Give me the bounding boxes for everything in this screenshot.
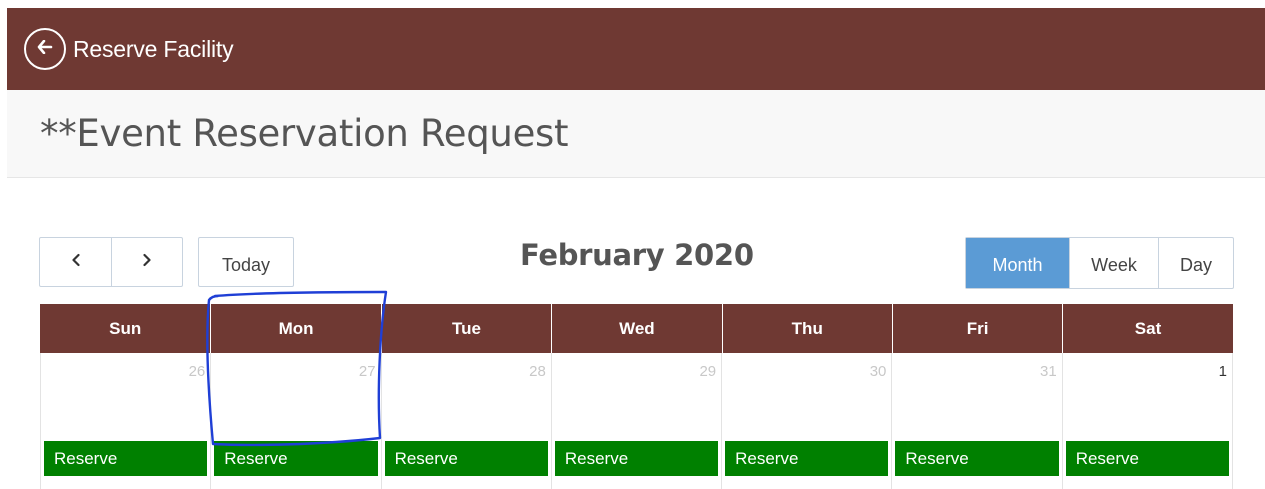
weekday-header: Fri (891, 304, 1062, 353)
day-number: 31 (1040, 363, 1057, 380)
reserve-button[interactable]: Reserve (214, 441, 378, 476)
month-title: February 2020 (520, 238, 754, 272)
view-switcher: Month Week Day (965, 237, 1234, 289)
weekday-header: Tue (380, 304, 551, 353)
month-calendar: Sun Mon Tue Wed Thu Fri Sat 26 Reserve 2… (40, 304, 1233, 489)
reserve-button[interactable]: Reserve (554, 441, 719, 476)
weekday-header: Wed (551, 304, 721, 353)
weekday-header-row: Sun Mon Tue Wed Thu Fri Sat (40, 304, 1233, 353)
day-number: 27 (358, 363, 376, 380)
day-number: 26 (188, 363, 206, 380)
day-number: 1 (1218, 363, 1227, 380)
page-title: **Event Reservation Request (40, 112, 569, 155)
day-cell[interactable]: 27 Reserve (211, 353, 382, 489)
view-day-button[interactable]: Day (1158, 238, 1233, 288)
back-button[interactable] (24, 28, 66, 70)
day-number: 29 (699, 363, 717, 380)
weekday-header: Sat (1062, 304, 1232, 353)
calendar-nav-group (39, 237, 183, 287)
app-header: Reserve Facility (7, 8, 1265, 90)
view-week-button[interactable]: Week (1069, 238, 1158, 288)
day-number: 28 (529, 363, 546, 380)
page-header: **Event Reservation Request (7, 90, 1265, 178)
next-month-button[interactable] (111, 238, 182, 286)
day-cell[interactable]: 30 Reserve (722, 353, 893, 489)
view-month-button[interactable]: Month (966, 238, 1069, 288)
chevron-left-icon (71, 253, 81, 272)
weekday-header: Thu (721, 304, 892, 353)
reserve-button[interactable]: Reserve (895, 441, 1059, 476)
weekday-header: Sun (109, 318, 142, 338)
weekday-header: Mon (210, 304, 380, 353)
chevron-right-icon (142, 253, 152, 272)
reserve-button[interactable]: Reserve (384, 441, 548, 476)
day-number: 30 (869, 363, 887, 380)
prev-month-button[interactable] (40, 238, 111, 286)
reserve-button[interactable]: Reserve (725, 441, 889, 476)
day-cell[interactable]: 26 Reserve (41, 353, 212, 489)
day-cell[interactable]: 1 Reserve (1063, 353, 1233, 489)
day-cell[interactable]: 28 Reserve (382, 353, 552, 489)
reserve-button[interactable]: Reserve (1065, 441, 1229, 476)
header-title: Reserve Facility (73, 35, 234, 62)
day-cell[interactable]: 29 Reserve (552, 353, 723, 489)
arrow-left-icon (37, 39, 53, 59)
today-button[interactable]: Today (198, 237, 294, 287)
week-row: 26 Reserve 27 Reserve 28 Reserve 29 Rese… (40, 353, 1233, 489)
day-cell[interactable]: 31 Reserve (892, 353, 1063, 489)
reserve-button[interactable]: Reserve (44, 441, 208, 476)
